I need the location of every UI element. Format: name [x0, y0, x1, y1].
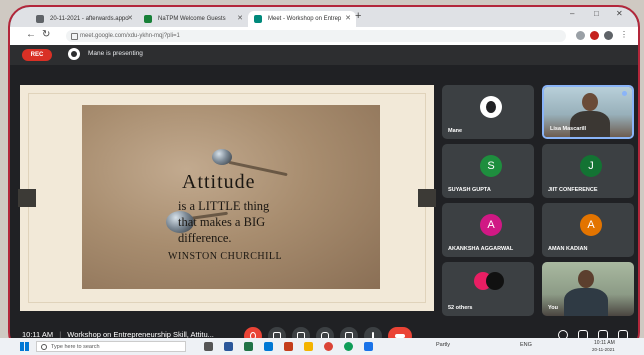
- participant-name: SUYASH GUPTA: [448, 187, 491, 193]
- chrome-app-icon[interactable]: [324, 342, 333, 351]
- avatar: J: [580, 155, 602, 177]
- close-icon[interactable]: ✕: [127, 11, 133, 27]
- browser-tab-1[interactable]: 20-11-2021 - afterwards.appo ✕: [30, 11, 138, 27]
- maximize-icon[interactable]: □: [594, 9, 599, 18]
- edge-app-icon[interactable]: [264, 342, 273, 351]
- participant-name: AKANKSHA AGGARWAL: [448, 246, 514, 252]
- participant-name: Mane: [448, 128, 463, 134]
- avatar: A: [480, 214, 502, 236]
- extension-icon[interactable]: [576, 31, 585, 40]
- app-icon[interactable]: [364, 342, 373, 351]
- presenting-text: Mane is presenting: [88, 50, 143, 57]
- avatar: [486, 272, 504, 290]
- participant-name: 52 others: [448, 305, 473, 311]
- reload-icon[interactable]: ↻: [42, 29, 50, 40]
- lock-icon: [71, 33, 78, 40]
- person-body: [570, 111, 610, 137]
- quote-line: difference.: [178, 231, 232, 245]
- minimize-icon[interactable]: –: [570, 9, 574, 18]
- chrome-app-icon[interactable]: [344, 342, 353, 351]
- windows-taskbar: Type here to search Partly ENG 10:11 AM …: [0, 338, 644, 355]
- participant-name: AMAN KADIAN: [548, 246, 588, 252]
- person-head: [582, 93, 598, 111]
- weather-widget[interactable]: Partly: [436, 342, 450, 348]
- search-placeholder: Type here to search: [51, 344, 100, 350]
- presenting-icon: [68, 48, 80, 60]
- close-window-icon[interactable]: ✕: [616, 9, 623, 18]
- window-frame: 20-11-2021 - afterwards.appo ✕ NaTPM Wel…: [8, 5, 640, 354]
- word-app-icon[interactable]: [224, 342, 233, 351]
- profile-icon[interactable]: [604, 31, 613, 40]
- presentation-panel: Attitude is a LITTLE thing that makes a …: [18, 85, 436, 311]
- menu-dots-icon[interactable]: ⋮: [620, 30, 628, 39]
- quote-line: that makes a BIG: [178, 215, 266, 229]
- tab-label: NaTPM Welcome Guests: [158, 16, 226, 22]
- close-icon[interactable]: ✕: [345, 11, 351, 27]
- avatar-silhouette: [486, 101, 496, 113]
- taskbar-search-input[interactable]: Type here to search: [36, 341, 186, 352]
- tab-favicon-icon: [144, 15, 152, 23]
- clock-time[interactable]: 10:11 AM: [594, 340, 615, 346]
- participant-tile[interactable]: Mane: [442, 85, 534, 139]
- browser-tab-3[interactable]: Meet - Workshop on Entrep ✕: [248, 11, 356, 27]
- participant-name: You: [548, 305, 558, 311]
- participant-tile[interactable]: A AMAN KADIAN: [542, 203, 634, 257]
- address-bar-row: ← ↻ meet.google.com/xdu-ykhn-mqj?pli=1 ⋮: [10, 27, 638, 46]
- meeting-stage: Attitude is a LITTLE thing that makes a …: [10, 65, 638, 318]
- language-indicator[interactable]: ENG: [520, 342, 532, 348]
- extension-icon[interactable]: [590, 31, 599, 40]
- avatar: S: [480, 155, 502, 177]
- participant-tile[interactable]: S SUYASH GUPTA: [442, 144, 534, 198]
- person-body: [564, 288, 608, 316]
- quote-author: WINSTON CHURCHILL: [168, 251, 283, 262]
- task-view-icon[interactable]: [204, 342, 213, 351]
- user-avatar-icon: [480, 96, 502, 118]
- participant-tile[interactable]: A AKANKSHA AGGARWAL: [442, 203, 534, 257]
- stone-image: [212, 149, 232, 165]
- tab-label: Meet - Workshop on Entrep: [268, 16, 342, 22]
- person-head: [578, 270, 594, 288]
- participant-tile[interactable]: 52 others: [442, 262, 534, 316]
- excel-app-icon[interactable]: [244, 342, 253, 351]
- participant-tile[interactable]: Lisa Mascarill: [542, 85, 634, 139]
- quote-title: Attitude: [182, 171, 256, 193]
- clock-date[interactable]: 20-11-2021: [592, 347, 615, 352]
- meet-top-bar: REC Mane is presenting: [10, 45, 638, 65]
- recording-badge: REC: [22, 49, 52, 61]
- new-tab-icon[interactable]: +: [355, 10, 361, 22]
- slide-edge-right: [418, 189, 436, 207]
- tab-favicon-icon: [36, 15, 44, 23]
- mic-active-icon: [622, 91, 627, 96]
- browser-tab-2[interactable]: NaTPM Welcome Guests ✕: [138, 11, 248, 27]
- quote-line: is a LITTLE thing: [178, 199, 270, 213]
- tab-label: 20-11-2021 - afterwards.appo: [50, 16, 129, 22]
- file-explorer-icon[interactable]: [304, 342, 313, 351]
- avatar: A: [580, 214, 602, 236]
- url-field[interactable]: meet.google.com/xdu-ykhn-mqj?pli=1: [66, 30, 566, 42]
- back-arrow-icon[interactable]: ←: [26, 29, 36, 40]
- windows-start-icon[interactable]: [20, 342, 29, 351]
- browser-tab-bar: 20-11-2021 - afterwards.appo ✕ NaTPM Wel…: [10, 7, 638, 27]
- powerpoint-app-icon[interactable]: [284, 342, 293, 351]
- tab-favicon-icon: [254, 15, 262, 23]
- url-text: meet.google.com/xdu-ykhn-mqj?pli=1: [80, 33, 180, 39]
- slide-image: Attitude is a LITTLE thing that makes a …: [82, 105, 380, 289]
- self-video-tile[interactable]: You: [542, 262, 634, 316]
- others-avatars: [474, 272, 504, 290]
- participant-name: JIIT CONFERENCE: [548, 187, 598, 193]
- slide-edge-left: [18, 189, 36, 207]
- participant-name: Lisa Mascarill: [550, 126, 587, 132]
- participant-tile[interactable]: J JIIT CONFERENCE: [542, 144, 634, 198]
- close-icon[interactable]: ✕: [237, 11, 243, 27]
